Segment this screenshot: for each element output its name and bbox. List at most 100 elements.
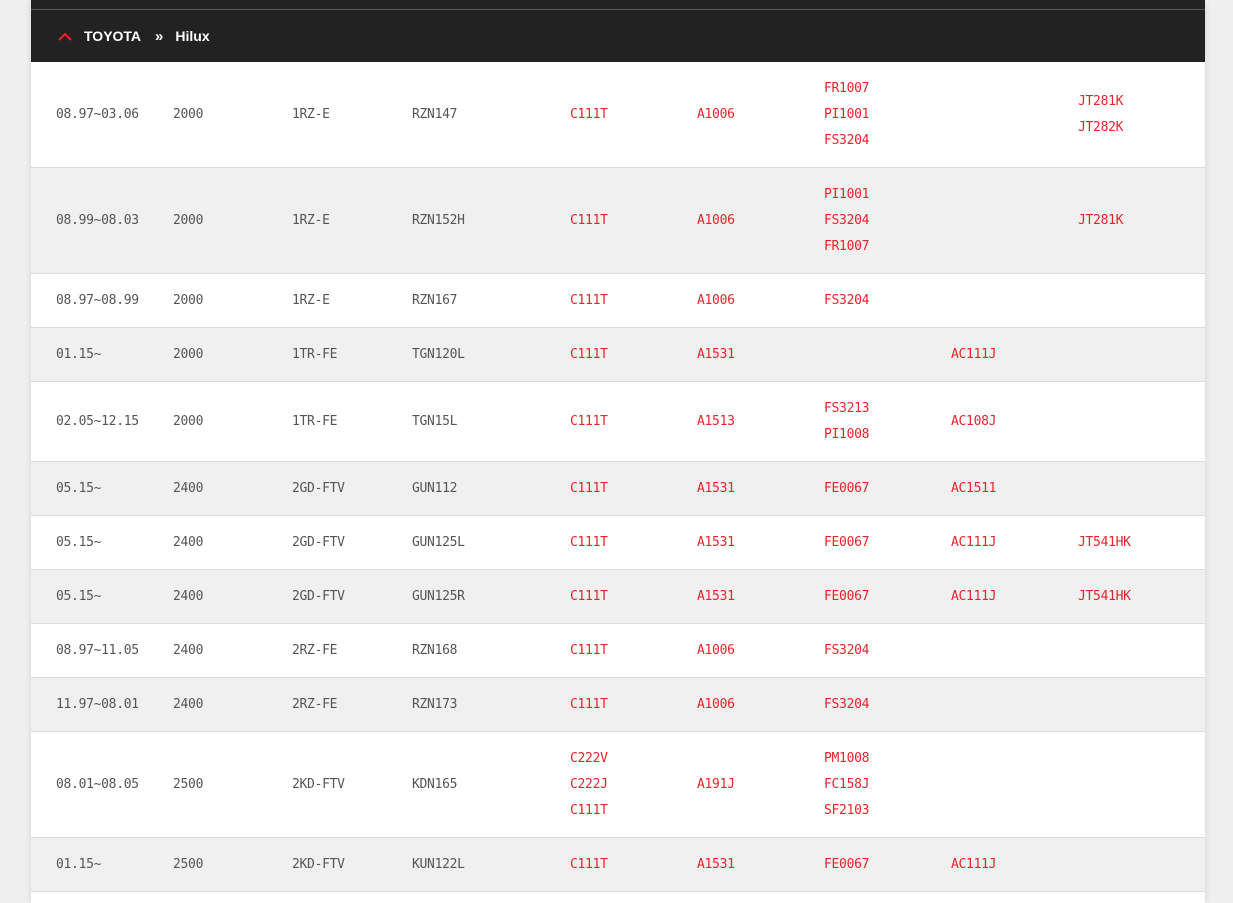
part-number-link[interactable]: AC111J [951,584,1078,610]
part-number-link[interactable]: C111T [570,102,697,128]
part-cell-7: FS3204 [824,288,951,314]
table-row: 05.15~ 2400 2GD-FTV GUN125L C111T A1531 FE0067… [31,516,1205,570]
table-row: 08.99~08.03 2000 1RZ-E RZN152H C111T A1006 PI1… [31,168,1205,274]
top-strip [31,0,1205,10]
part-number-link[interactable]: C111T [570,208,697,234]
engine-cell: 2GD-FTV [292,589,345,604]
part-number-link[interactable]: AC111J [951,852,1078,878]
part-cell-6: A1006 [697,288,824,314]
part-number-link[interactable]: FE0067 [824,476,951,502]
breadcrumb-header[interactable]: TOYOTA » Hilux [31,10,1205,62]
part-number-link[interactable]: JT281K [1078,208,1205,234]
part-cell-9: JT281K JT282K [1078,89,1205,141]
displacement-cell: 2000 [173,347,204,362]
part-number-link[interactable]: A1006 [697,102,824,128]
part-number-link[interactable]: FR1007 [824,76,951,102]
displacement-cell: 2000 [173,107,204,122]
part-cell-5: C111T [570,584,697,610]
part-cell-5: C111T [570,852,697,878]
displacement-cell: 2500 [173,777,204,792]
part-number-link[interactable]: FE0067 [824,584,951,610]
model-code-cell: RZN147 [412,107,458,122]
part-cell-7: FE0067 [824,852,951,878]
part-cell-5: C111T [570,342,697,368]
part-number-link[interactable]: A191J [697,772,824,798]
part-number-link[interactable]: FS3213 [824,396,951,422]
part-number-link[interactable]: C111T [570,798,697,824]
chevron-up-icon[interactable] [58,29,72,43]
part-number-link[interactable]: C111T [570,530,697,556]
part-cell-6: A1531 [697,852,824,878]
part-number-link[interactable]: C111T [570,852,697,878]
part-number-link[interactable]: AC108J [951,409,1078,435]
part-number-link[interactable]: A1531 [697,530,824,556]
part-number-link[interactable]: PI1008 [824,422,951,448]
engine-cell: 1TR-FE [292,414,338,429]
engine-cell: 2GD-FTV [292,481,345,496]
part-number-link[interactable]: C111T [570,584,697,610]
part-number-link[interactable]: AC111J [951,342,1078,368]
model-code-cell: KUN122L [412,857,465,872]
part-cell-9: JT281K [1078,208,1205,234]
part-number-link[interactable]: AC1511 [951,476,1078,502]
part-number-link[interactable]: JT541HK [1078,584,1205,610]
period-cell: 05.15~ [56,481,102,496]
part-number-link[interactable]: A1006 [697,288,824,314]
part-number-link[interactable]: SF2103 [824,798,951,824]
table-row: 01.15~ 2000 1TR-FE TGN120L C111T A1531 AC111J [31,328,1205,382]
part-number-link[interactable]: JT282K [1078,115,1205,141]
part-number-link[interactable]: FS3204 [824,208,951,234]
page: TOYOTA » Hilux 08.97~03.06 2000 1RZ-E RZN14… [0,0,1233,903]
part-number-link[interactable]: FS3204 [824,638,951,664]
part-number-link[interactable]: PM1008 [824,746,951,772]
table-row: 11.97~08.01 2400 2RZ-FE RZN173 C111T A1006 FS3… [31,678,1205,732]
part-number-link[interactable]: PI1001 [824,102,951,128]
engine-cell: 1RZ-E [292,213,330,228]
displacement-cell: 2400 [173,643,204,658]
part-number-link[interactable]: FE0067 [824,530,951,556]
table-row [31,892,1205,903]
part-number-link[interactable]: C111T [570,288,697,314]
table-row: 08.97~03.06 2000 1RZ-E RZN147 C111T A1006 FR10… [31,62,1205,168]
part-number-link[interactable]: C111T [570,342,697,368]
part-number-link[interactable]: JT541HK [1078,530,1205,556]
part-number-link[interactable]: A1006 [697,208,824,234]
part-number-link[interactable]: C111T [570,409,697,435]
engine-cell: 2RZ-FE [292,697,338,712]
period-cell: 05.15~ [56,535,102,550]
displacement-cell: 2000 [173,293,204,308]
part-cell-7: PI1001 FS3204 FR1007 [824,182,951,260]
part-number-link[interactable]: A1513 [697,409,824,435]
model-code-cell: GUN125L [412,535,465,550]
part-cell-6: A1006 [697,102,824,128]
part-number-link[interactable]: FS3204 [824,288,951,314]
displacement-cell: 2500 [173,857,204,872]
part-number-link[interactable]: FS3204 [824,128,951,154]
displacement-cell: 2400 [173,481,204,496]
displacement-cell: 2400 [173,535,204,550]
part-number-link[interactable]: AC111J [951,530,1078,556]
part-cell-7: FS3204 [824,638,951,664]
part-cell-7: FE0067 [824,476,951,502]
part-number-link[interactable]: A1006 [697,692,824,718]
part-number-link[interactable]: FE0067 [824,852,951,878]
part-number-link[interactable]: C111T [570,638,697,664]
part-number-link[interactable]: A1531 [697,342,824,368]
part-number-link[interactable]: C222V [570,746,697,772]
part-number-link[interactable]: C111T [570,692,697,718]
part-number-link[interactable]: A1531 [697,852,824,878]
part-number-link[interactable]: C111T [570,476,697,502]
model-code-cell: RZN168 [412,643,458,658]
part-number-link[interactable]: C222J [570,772,697,798]
part-number-link[interactable]: FC158J [824,772,951,798]
part-number-link[interactable]: JT281K [1078,89,1205,115]
period-cell: 05.15~ [56,589,102,604]
part-number-link[interactable]: FR1007 [824,234,951,260]
part-number-link[interactable]: PI1001 [824,182,951,208]
part-number-link[interactable]: A1006 [697,638,824,664]
part-number-link[interactable]: A1531 [697,476,824,502]
part-number-link[interactable]: A1531 [697,584,824,610]
displacement-cell: 2400 [173,697,204,712]
engine-cell: 2RZ-FE [292,643,338,658]
part-number-link[interactable]: FS3204 [824,692,951,718]
